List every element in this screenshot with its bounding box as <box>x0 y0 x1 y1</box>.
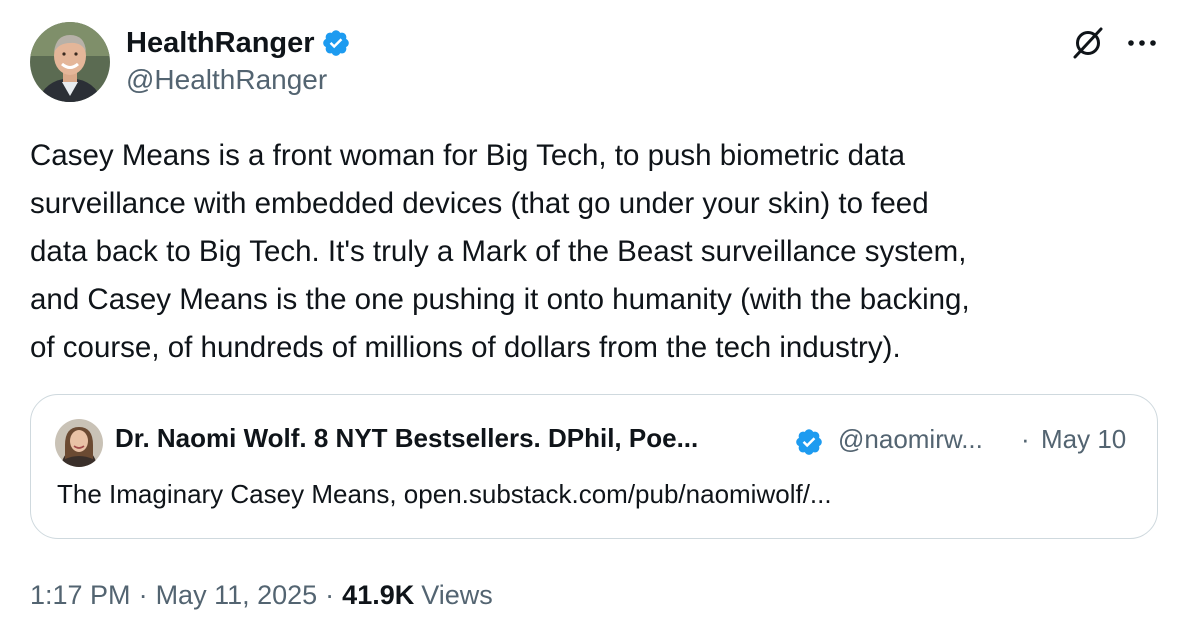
tweet-date[interactable]: May 11, 2025 <box>156 580 318 611</box>
tweet-time[interactable]: 1:17 PM <box>30 580 131 611</box>
tweet-card: HealthRanger @HealthRanger Casey Means i… <box>0 0 1194 634</box>
quoted-tweet[interactable]: Dr. Naomi Wolf. 8 NYT Bestsellers. DPhil… <box>30 394 1158 539</box>
author-display-name[interactable]: HealthRanger <box>126 27 315 60</box>
views-label: Views <box>421 580 493 610</box>
verified-badge-icon[interactable] <box>321 28 351 58</box>
author-avatar[interactable] <box>30 22 110 102</box>
more-options-icon[interactable] <box>1126 28 1158 58</box>
author-handle[interactable]: @HealthRanger <box>126 64 327 96</box>
tweet-text: Casey Means is a front woman for Big Tec… <box>30 139 970 364</box>
quoted-author-avatar[interactable] <box>55 419 103 467</box>
quoted-author-handle[interactable]: @naomirw... <box>838 424 983 455</box>
tweet-meta: 1:17 PM · May 11, 2025 · 41.9K Views <box>30 580 493 611</box>
views-count: 41.9K <box>342 580 415 610</box>
meta-separator: · <box>325 580 335 610</box>
quoted-date[interactable]: May 10 <box>1041 424 1126 455</box>
quoted-text: The Imaginary Casey Means, open.substack… <box>57 479 832 509</box>
quoted-separator: · <box>1021 424 1030 454</box>
quoted-author-name[interactable]: Dr. Naomi Wolf. 8 NYT Bestsellers. DPhil… <box>115 423 698 454</box>
grok-icon[interactable] <box>1069 24 1107 62</box>
verified-badge-icon[interactable] <box>794 427 824 457</box>
meta-separator: · <box>138 580 148 610</box>
author-name-row: HealthRanger <box>126 24 351 62</box>
